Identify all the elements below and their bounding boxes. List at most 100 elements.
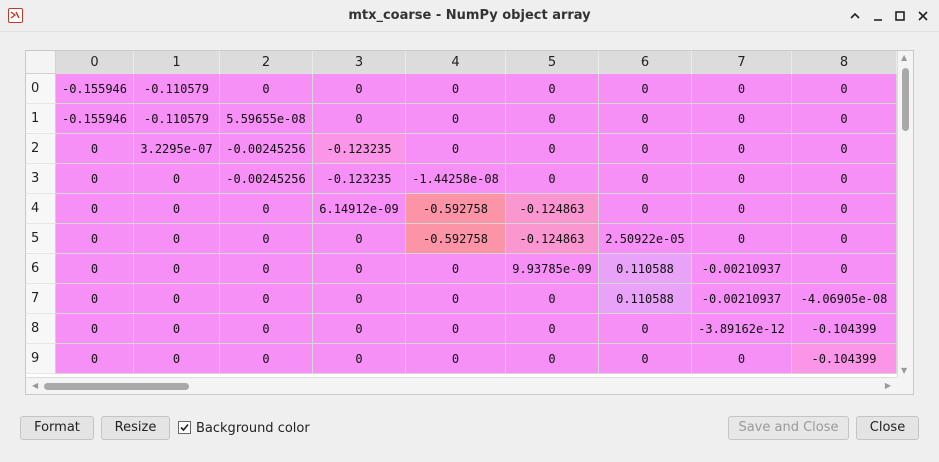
column-header-1[interactable]: 1 xyxy=(134,51,220,74)
row-header-4[interactable]: 4 xyxy=(26,194,56,224)
table-cell[interactable]: 0 xyxy=(134,194,220,224)
table-cell[interactable]: 0 xyxy=(692,134,792,164)
chevron-up-icon[interactable] xyxy=(846,7,864,25)
row-header-7[interactable]: 7 xyxy=(26,284,56,314)
table-cell[interactable]: 0.110588 xyxy=(599,284,692,314)
column-header-3[interactable]: 3 xyxy=(313,51,406,74)
table-cell[interactable]: -0.104399 xyxy=(792,314,897,344)
table-cell[interactable]: 0 xyxy=(599,164,692,194)
row-header-8[interactable]: 8 xyxy=(26,314,56,344)
minimize-icon[interactable] xyxy=(869,7,887,25)
table-cell[interactable]: 0 xyxy=(56,164,134,194)
table-cell[interactable]: -0.00245256 xyxy=(220,134,313,164)
column-header-8[interactable]: 8 xyxy=(792,51,897,74)
table-cell[interactable]: 5.59655e-08 xyxy=(220,104,313,134)
table-cell[interactable]: 0 xyxy=(406,104,506,134)
table-cell[interactable]: -0.124863 xyxy=(506,224,599,254)
table-cell[interactable]: 2.50922e-05 xyxy=(599,224,692,254)
table-cell[interactable]: 0 xyxy=(134,254,220,284)
table-cell[interactable]: 9.93785e-09 xyxy=(506,254,599,284)
table-cell[interactable]: 0 xyxy=(56,254,134,284)
horizontal-scroll-thumb[interactable] xyxy=(44,383,189,390)
table-cell[interactable]: 0 xyxy=(56,314,134,344)
table-cell[interactable]: 0 xyxy=(692,194,792,224)
resize-button[interactable]: Resize xyxy=(101,416,170,440)
table-cell[interactable]: 0 xyxy=(56,134,134,164)
table-cell[interactable]: 0 xyxy=(792,74,897,104)
table-cell[interactable]: 0 xyxy=(406,284,506,314)
table-cell[interactable]: 0 xyxy=(599,194,692,224)
table-cell[interactable]: 0 xyxy=(313,254,406,284)
format-button[interactable]: Format xyxy=(20,416,94,440)
row-header-2[interactable]: 2 xyxy=(26,134,56,164)
table-cell[interactable]: -0.155946 xyxy=(56,104,134,134)
table-cell[interactable]: 0 xyxy=(506,284,599,314)
table-cell[interactable]: -0.00210937 xyxy=(692,254,792,284)
table-cell[interactable]: 0 xyxy=(313,74,406,104)
table-cell[interactable]: -1.44258e-08 xyxy=(406,164,506,194)
column-header-5[interactable]: 5 xyxy=(506,51,599,74)
table-cell[interactable]: 0 xyxy=(599,314,692,344)
table-cell[interactable]: 0 xyxy=(692,224,792,254)
table-cell[interactable]: 0 xyxy=(220,194,313,224)
table-cell[interactable]: 0.110588 xyxy=(599,254,692,284)
table-cell[interactable]: 0 xyxy=(406,254,506,284)
scroll-left-icon[interactable]: ◀ xyxy=(32,381,38,390)
table-cell[interactable]: 0 xyxy=(134,344,220,374)
table-cell[interactable]: -0.110579 xyxy=(134,104,220,134)
table-cell[interactable]: 0 xyxy=(599,74,692,104)
table-cell[interactable]: 0 xyxy=(406,134,506,164)
table-cell[interactable]: 6.14912e-09 xyxy=(313,194,406,224)
table-cell[interactable]: -0.592758 xyxy=(406,224,506,254)
table-cell[interactable]: 0 xyxy=(56,194,134,224)
column-header-4[interactable]: 4 xyxy=(406,51,506,74)
table-cell[interactable]: 0 xyxy=(313,104,406,134)
table-cell[interactable]: 0 xyxy=(220,224,313,254)
table-cell[interactable]: 0 xyxy=(406,344,506,374)
table-cell[interactable]: 0 xyxy=(134,224,220,254)
table-cell[interactable]: -3.89162e-12 xyxy=(692,314,792,344)
checkbox-box[interactable] xyxy=(178,421,191,434)
row-header-0[interactable]: 0 xyxy=(26,74,56,104)
table-cell[interactable]: 0 xyxy=(220,314,313,344)
table-cell[interactable]: 0 xyxy=(692,104,792,134)
table-cell[interactable]: 0 xyxy=(792,194,897,224)
table-cell[interactable]: -0.592758 xyxy=(406,194,506,224)
table-cell[interactable]: 0 xyxy=(220,74,313,104)
table-cell[interactable]: 0 xyxy=(56,284,134,314)
table-cell[interactable]: 0 xyxy=(220,254,313,284)
close-button[interactable]: Close xyxy=(856,416,919,440)
table-cell[interactable]: 0 xyxy=(792,104,897,134)
table-cell[interactable]: -0.155946 xyxy=(56,74,134,104)
table-cell[interactable]: 0 xyxy=(313,224,406,254)
table-cell[interactable]: 0 xyxy=(599,134,692,164)
table-cell[interactable]: 0 xyxy=(599,104,692,134)
table-cell[interactable]: -0.104399 xyxy=(792,344,897,374)
table-cell[interactable]: -0.110579 xyxy=(134,74,220,104)
table-cell[interactable]: -0.123235 xyxy=(313,134,406,164)
table-cell[interactable]: -0.123235 xyxy=(313,164,406,194)
table-cell[interactable]: 0 xyxy=(692,344,792,374)
vertical-scrollbar[interactable]: ▲ ▼ xyxy=(897,51,913,377)
table-cell[interactable]: 0 xyxy=(134,284,220,314)
table-cell[interactable]: 0 xyxy=(506,134,599,164)
table-cell[interactable]: 0 xyxy=(692,74,792,104)
array-table[interactable]: 0 1 2 3 4 5 6 7 8 0 -0.155946 -0.110579 0 0 0 0 0 0 0 1 -0.1… xyxy=(25,50,914,395)
maximize-icon[interactable] xyxy=(891,7,909,25)
scroll-down-icon[interactable]: ▼ xyxy=(901,366,907,375)
row-header-1[interactable]: 1 xyxy=(26,104,56,134)
table-cell[interactable]: 0 xyxy=(506,74,599,104)
table-cell[interactable]: 0 xyxy=(56,344,134,374)
row-header-6[interactable]: 6 xyxy=(26,254,56,284)
table-cell[interactable]: -0.00245256 xyxy=(220,164,313,194)
table-cell[interactable]: 0 xyxy=(506,104,599,134)
table-cell[interactable]: 0 xyxy=(506,344,599,374)
table-cell[interactable]: 0 xyxy=(220,344,313,374)
table-cell[interactable]: -4.06905e-08 xyxy=(792,284,897,314)
table-cell[interactable]: 0 xyxy=(506,164,599,194)
column-header-0[interactable]: 0 xyxy=(56,51,134,74)
table-cell[interactable]: 0 xyxy=(506,314,599,344)
table-cell[interactable]: 0 xyxy=(792,224,897,254)
column-header-2[interactable]: 2 xyxy=(220,51,313,74)
table-cell[interactable]: 3.2295e-07 xyxy=(134,134,220,164)
